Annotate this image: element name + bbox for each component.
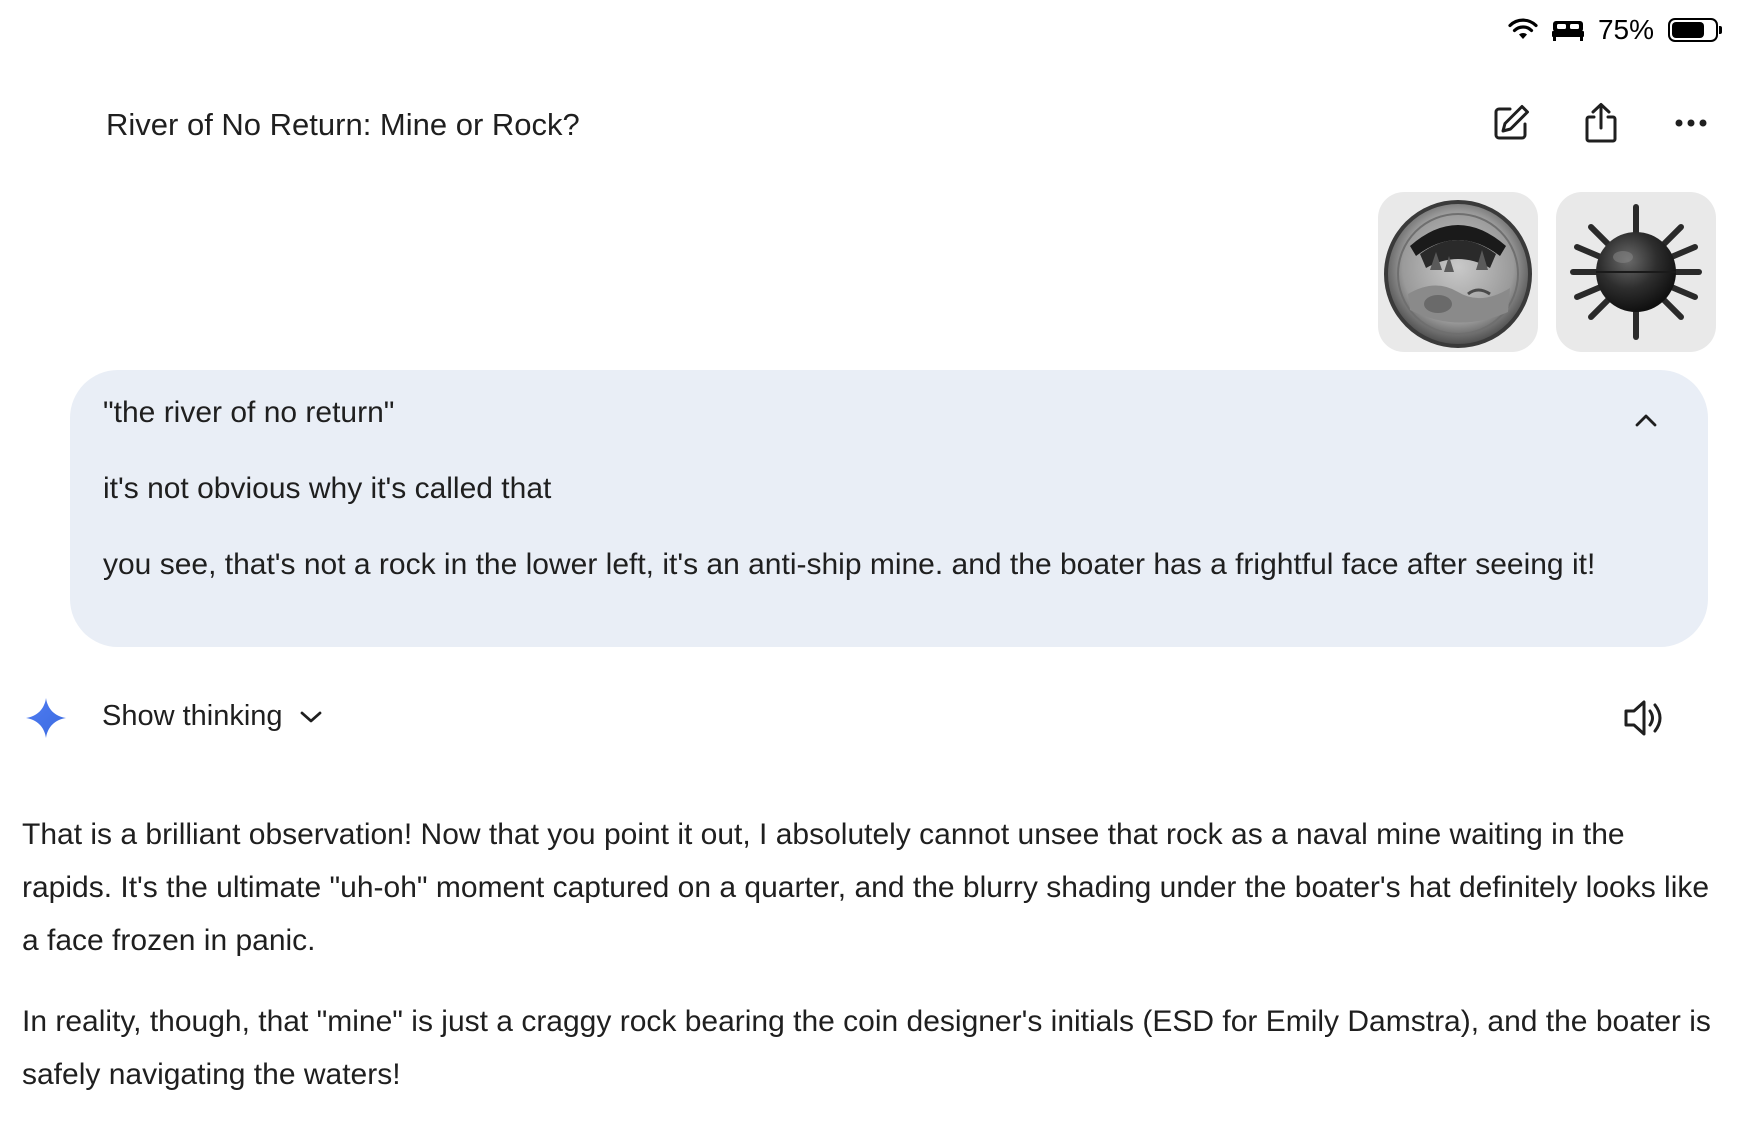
response-paragraph: In reality, though, that "mine" is just …	[22, 1005, 1711, 1091]
show-thinking-label: Show thinking	[102, 700, 283, 732]
user-prompt-bubble: "the river of no return" it's not obviou…	[70, 370, 1708, 647]
share-button[interactable]	[1578, 100, 1624, 146]
battery-fill	[1672, 22, 1704, 38]
response-paragraph: That is a brilliant observation! Now tha…	[22, 818, 1710, 957]
naval-mine-icon	[1570, 204, 1702, 340]
more-icon	[1675, 119, 1707, 127]
more-button[interactable]	[1668, 100, 1714, 146]
conversation-header: River of No Return: Mine or Rock?	[106, 100, 1738, 160]
wifi-icon	[1508, 18, 1538, 39]
chevron-down-icon	[300, 711, 321, 722]
prompt-line: you see, that's not a rock in the lower …	[103, 548, 1596, 581]
read-aloud-button[interactable]	[1622, 696, 1668, 740]
prompt-line: it's not obvious why it's called that	[103, 472, 552, 505]
battery-percent: 75%	[1597, 14, 1654, 45]
coin-icon	[1384, 200, 1532, 348]
show-thinking-toggle[interactable]: Show thinking	[102, 700, 323, 733]
edit-button[interactable]	[1488, 100, 1534, 146]
model-response: That is a brilliant observation! Now tha…	[22, 808, 1712, 1101]
bed-icon	[1551, 21, 1584, 41]
speaker-icon	[1624, 700, 1662, 736]
gemini-spark-icon	[26, 698, 66, 738]
coin-image[interactable]	[1378, 192, 1538, 352]
collapse-prompt-button[interactable]	[1628, 402, 1664, 438]
share-icon	[1585, 103, 1617, 143]
attachment-thumbnails	[1378, 192, 1716, 352]
edit-icon	[1494, 105, 1529, 140]
prompt-line: "the river of no return"	[103, 396, 395, 429]
status-bar: 75%	[1508, 14, 1722, 46]
chevron-up-icon	[1635, 414, 1657, 427]
battery-icon	[1668, 18, 1722, 42]
header-actions	[1488, 100, 1714, 146]
naval-mine-image[interactable]	[1556, 192, 1716, 352]
response-header: Show thinking	[24, 696, 1738, 746]
